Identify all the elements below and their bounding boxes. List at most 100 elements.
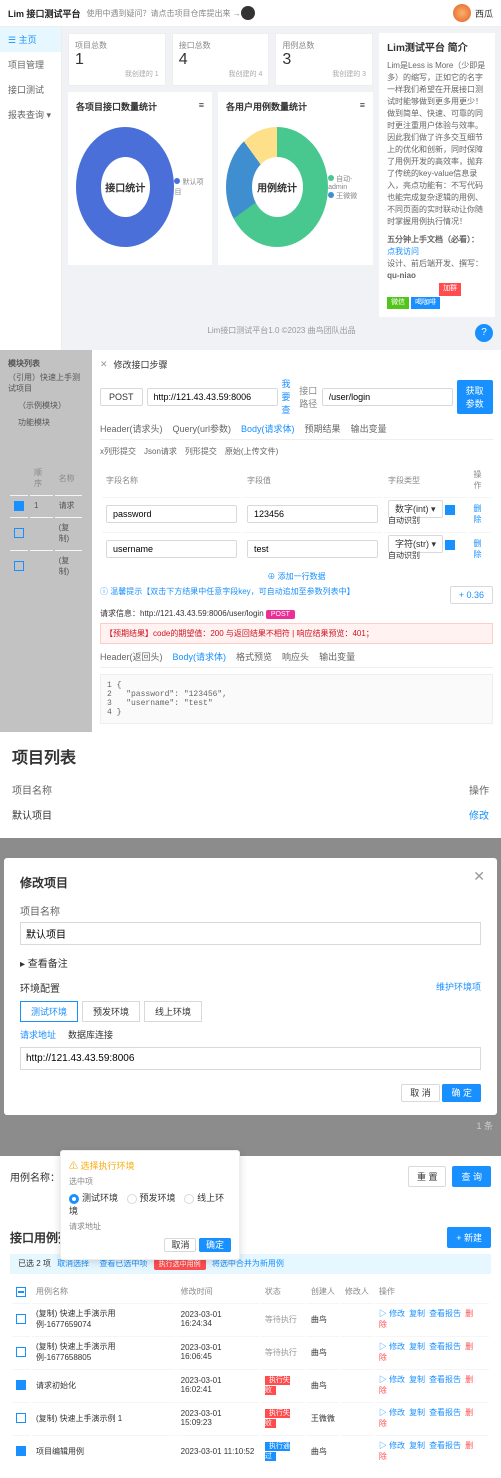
maintain-env-link[interactable]: 维护环境项 [436,980,481,993]
play-icon[interactable]: ▷ [379,1375,387,1384]
db-tab[interactable]: 数据库连接 [68,1028,113,1041]
sidebar-item-project[interactable]: 项目管理 [0,52,61,77]
checkbox[interactable] [14,501,24,511]
copy-link[interactable]: 复制 [409,1309,425,1318]
close-icon[interactable]: ✕ [100,359,108,370]
env-tab-prod[interactable]: 线上环境 [144,1001,202,1022]
env-tab-test[interactable]: 测试环境 [20,1001,78,1022]
copy-link[interactable]: 复制 [409,1375,425,1384]
intro-panel: Lim测试平台 简介 Lim是Less is More（少即是多）的缩写，正如它… [379,33,495,317]
tab-body[interactable]: Body(请求体) [241,422,295,435]
project-name-input[interactable] [20,922,481,945]
delete-link[interactable]: 删除 [473,504,481,524]
pop-ok[interactable]: 确定 [199,1238,231,1252]
view-sel[interactable]: 查看已选中项 [99,1259,147,1268]
auto-checkbox[interactable] [445,540,455,550]
param-name[interactable] [106,540,237,558]
copy-link[interactable]: 复制 [409,1342,425,1351]
edit-link[interactable]: 修改 [389,1375,405,1384]
report-link[interactable]: 查看报告 [429,1408,461,1417]
report-link[interactable]: 查看报告 [429,1375,461,1384]
topbar: Lim 接口测试平台 使用中遇到疑问？请点击项目仓库提出来 → 西瓜 [0,0,501,27]
github-icon[interactable] [241,6,255,20]
edit-link[interactable]: 修改 [389,1441,405,1450]
table-row: (复制) 快速上手演示例 12023-03-01 15:09:23执行失败 王微… [12,1402,489,1433]
checkbox[interactable] [16,1347,26,1357]
ok-button[interactable]: 确 定 [442,1084,481,1102]
checkbox[interactable] [16,1380,26,1390]
remark-toggle[interactable]: ▸ 查看备注 [20,955,481,970]
delete-link[interactable]: 删除 [473,539,481,559]
tab-expect[interactable]: 预期结果 [305,422,341,435]
play-icon[interactable]: ▷ [379,1342,387,1351]
reset-button[interactable]: 重 置 [408,1166,447,1187]
help-fab[interactable]: ? [475,324,493,342]
param-value[interactable] [247,540,378,558]
tab-header[interactable]: Header(请求头) [100,422,163,435]
cancel-button[interactable]: 取 消 [401,1084,440,1102]
radio-test[interactable] [69,1194,79,1204]
radio-pre[interactable] [127,1194,137,1204]
addr-tab[interactable]: 请求地址 [20,1028,56,1041]
url-input[interactable] [147,388,278,406]
add-row-button[interactable]: ⊕ 添加一行数据 [100,567,493,586]
checkbox[interactable] [16,1446,26,1456]
edit-link[interactable]: 修改 [389,1309,405,1318]
report-link[interactable]: 查看报告 [429,1309,461,1318]
addr-input[interactable] [20,1047,481,1070]
env-popover: ⚠ 选择执行环境 选中项 测试环境 预发环境 线上环境 请求地址 取消 确定 [60,1150,240,1260]
report-link[interactable]: 查看报告 [429,1342,461,1351]
copy-link[interactable]: 复制 [409,1408,425,1417]
radio-prod[interactable] [184,1194,194,1204]
play-icon[interactable]: ▷ [379,1441,387,1450]
tab-query[interactable]: Query(url参数) [173,422,232,435]
param-value[interactable] [247,505,378,523]
param-name[interactable] [106,505,237,523]
edit-link[interactable]: 修改 [389,1408,405,1417]
get-param-button[interactable]: 获取参数 [457,380,493,414]
path-input[interactable] [322,388,453,406]
page-title: 项目列表 [12,744,489,768]
report-link[interactable]: 查看报告 [429,1441,461,1450]
error-alert: 【预期结果】code的期望值：200 与返回结果不相符 | 响应结果预览：401… [100,623,493,644]
sidebar-item-api[interactable]: 接口测试 [0,77,61,102]
new-button[interactable]: + 新建 [447,1227,491,1248]
more-icon[interactable]: ≡ [360,100,365,113]
checkbox-all[interactable] [16,1287,26,1297]
more-icon[interactable]: ≡ [199,100,204,113]
edit-step-dialog: ✕ 修改接口步骤 POST 我要查 接口路径 获取参数 Header(请求头) … [92,350,501,732]
env-tab-pre[interactable]: 预发环境 [82,1001,140,1022]
table-row: (复制) 快速上手演示用例-16776588052023-03-01 16:06… [12,1336,489,1367]
query-button[interactable]: 查 询 [452,1166,491,1187]
cancel-sel[interactable]: 取消选择 [57,1259,89,1268]
sidebar-item-home[interactable]: ☰ 主页 [0,27,61,52]
play-icon[interactable]: ▷ [379,1408,387,1417]
checkbox[interactable] [14,561,24,571]
copy-link[interactable]: 复制 [409,1441,425,1450]
search-btn[interactable]: 我要查 [282,377,296,416]
sidebar-item-report[interactable]: 报表查询 ▾ [0,102,61,127]
table-row: 请求初始化2023-03-01 16:02:41执行失败 曲鸟 ▷ 修改复制查看… [12,1369,489,1400]
checkbox[interactable] [14,528,24,538]
checkbox[interactable] [16,1413,26,1423]
stat-projects: 项目总数1我创建的 1 [68,33,166,86]
pop-cancel[interactable]: 取消 [164,1238,196,1252]
play-icon[interactable]: ▷ [379,1309,387,1318]
auto-checkbox[interactable] [445,505,455,515]
checkbox[interactable] [16,1314,26,1324]
edit-project-modal: ✕ 修改项目 项目名称 ▸ 查看备注 环境配置维护环境项 测试环境 预发环境 线… [4,858,497,1115]
edit-link[interactable]: 修改 [469,807,489,822]
edit-link[interactable]: 修改 [389,1342,405,1351]
close-icon[interactable]: ✕ [473,868,485,885]
quick-link[interactable]: 点我访问 [387,247,419,256]
param-row: 数字(int) ▾ 自动识别删除 [102,497,491,530]
merge-sel[interactable]: 将选中合并为新用例 [212,1259,284,1268]
username: 西瓜 [475,7,493,20]
param-row: 字符(str) ▾ 自动识别删除 [102,532,491,565]
avatar[interactable] [453,4,471,22]
method-select[interactable]: POST [100,388,143,406]
timing-btn[interactable]: + 0.36 [450,586,493,604]
chart2-title: 各用户用例数量统计 [226,100,307,113]
chart-case: 用例统计 [226,127,328,247]
tab-output[interactable]: 输出变量 [351,422,387,435]
